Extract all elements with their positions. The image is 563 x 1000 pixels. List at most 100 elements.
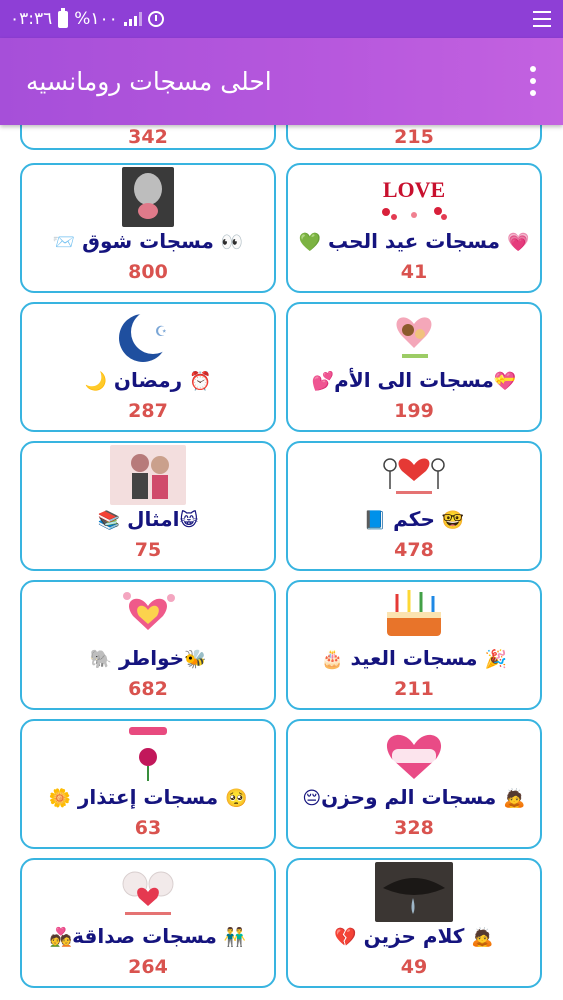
party-popper-emoji-icon: 🎉: [484, 649, 507, 670]
category-count: 478: [394, 539, 434, 561]
rose-kiss-image: [122, 167, 174, 227]
category-grid: 215 342 LOVE 💗 مسجات عيد الحب 💚 41 👀 مسج…: [0, 125, 563, 1000]
status-battery: %١٠٠: [74, 9, 118, 29]
heart-emoji-icon: 💗: [506, 232, 530, 253]
crescent-emoji-icon: 🌙: [84, 371, 107, 392]
teddy-heart-image: [117, 862, 179, 922]
category-card[interactable]: 😸امثال 📚 75: [20, 441, 276, 571]
category-card[interactable]: 🥺 مسجات إعتذار 🌼 63: [20, 719, 276, 849]
status-time: ٠٣:٣٦: [10, 9, 53, 29]
person-bowing-emoji-icon: 🙇: [503, 788, 526, 809]
cat-face-emoji-icon: 😸: [179, 510, 199, 531]
category-label: مسجات إعتذار: [77, 785, 219, 809]
category-label: كلام حزين: [363, 924, 465, 948]
category-card[interactable]: 💝مسجات الى الأم💕 199: [286, 302, 542, 432]
crescent-moon-image: ☪: [113, 306, 183, 366]
status-left: ٠٣:٣٦ %١٠٠: [10, 0, 164, 38]
tear-eye-image: [375, 862, 453, 922]
elephant-emoji-icon: 🐘: [89, 649, 112, 670]
envelope-emoji-icon: 📨: [52, 232, 76, 253]
category-count: 41: [400, 261, 428, 283]
blossom-emoji-icon: 🌼: [48, 788, 71, 809]
signal-icon: [123, 12, 142, 26]
category-count: 682: [128, 678, 168, 700]
love-image: LOVE: [374, 167, 454, 227]
category-title: 🙇 كلام حزين 💔: [288, 924, 540, 948]
person-bowing-emoji-icon: 🙇: [471, 927, 494, 948]
category-title: 👀 مسجات شوق 📨: [22, 229, 274, 253]
category-count: 199: [394, 400, 434, 422]
category-title: 🎉 مسجات العيد 🎂: [288, 646, 540, 670]
category-count: 75: [134, 539, 162, 561]
status-right: [533, 0, 551, 38]
category-count: 215: [394, 126, 434, 148]
eyes-emoji-icon: 👀: [220, 232, 244, 253]
category-label: مسجات صداقة: [72, 924, 217, 948]
nerd-face-emoji-icon: 🤓: [441, 510, 465, 531]
category-label: مسجات عيد الحب: [327, 229, 500, 253]
battery-icon: [58, 7, 69, 28]
category-label: مسجات شوق: [82, 229, 214, 253]
category-label: مسجات الى الأم: [334, 368, 494, 392]
category-title: 🙇 مسجات الم وحزن😔: [288, 785, 540, 809]
svg-text:☪: ☪: [155, 324, 168, 340]
category-card[interactable]: LOVE 💗 مسجات عيد الحب 💚 41: [286, 163, 542, 293]
cake-emoji-icon: 🎂: [321, 649, 344, 670]
pensive-face-emoji-icon: 😔: [302, 788, 322, 809]
svg-text:LOVE: LOVE: [383, 177, 445, 202]
broken-heart-emoji-icon: 💔: [334, 927, 357, 948]
bee-emoji-icon: 🐝: [184, 649, 207, 670]
category-card[interactable]: 215: [286, 125, 542, 150]
notebook-emoji-icon: 📘: [363, 510, 387, 531]
couple-image: [110, 445, 186, 505]
category-card[interactable]: 👀 مسجات شوق 📨 800: [20, 163, 276, 293]
category-count: 63: [134, 817, 162, 839]
couple-heart-emoji-icon: 💑: [49, 927, 73, 948]
category-label: حكم: [393, 507, 435, 531]
category-count: 342: [128, 126, 168, 148]
category-count: 800: [128, 261, 168, 283]
category-label: رمضان: [113, 368, 183, 392]
gift-heart-emoji-icon: 💝: [493, 371, 517, 392]
category-title: 🐝خواطر 🐘: [22, 646, 274, 670]
category-count: 49: [400, 956, 428, 978]
category-title: 🤓 حكم 📘: [288, 507, 540, 531]
notification-menu-icon: [533, 11, 551, 27]
category-card[interactable]: 🙇 كلام حزين 💔 49: [286, 858, 542, 988]
pleading-face-emoji-icon: 🥺: [225, 788, 248, 809]
category-count: 264: [128, 956, 168, 978]
hearts-couple-image: [376, 445, 452, 505]
habibi-image: [376, 723, 452, 783]
hearts-heart-image: [115, 584, 181, 644]
category-title: 🥺 مسجات إعتذار 🌼: [22, 785, 274, 809]
books-emoji-icon: 📚: [97, 510, 121, 531]
category-card[interactable]: ☪ ⏰ رمضان 🌙 287: [20, 302, 276, 432]
category-count: 211: [394, 678, 434, 700]
category-card[interactable]: 🙇 مسجات الم وحزن😔 328: [286, 719, 542, 849]
category-label: خواطر: [118, 646, 185, 670]
alarm-icon: [147, 11, 164, 27]
app-bar: احلى مسجات رومانسيه: [0, 38, 563, 125]
status-bar: ٠٣:٣٦ %١٠٠: [0, 0, 563, 38]
friends-emoji-icon: 👬: [223, 927, 247, 948]
overflow-menu-icon[interactable]: [529, 66, 537, 96]
category-label: مسجات الم وحزن: [321, 785, 497, 809]
green-heart-emoji-icon: 💚: [298, 232, 322, 253]
category-label: مسجات العيد: [350, 646, 478, 670]
birthday-cake-image: [379, 584, 449, 644]
mother-child-image: [384, 306, 444, 366]
category-card[interactable]: 🤓 حكم 📘 478: [286, 441, 542, 571]
two-hearts-emoji-icon: 💕: [311, 371, 335, 392]
category-count: 328: [394, 817, 434, 839]
category-card[interactable]: 🎉 مسجات العيد 🎂 211: [286, 580, 542, 710]
category-label: امثال: [127, 507, 180, 531]
apology-rose-image: [123, 723, 173, 783]
category-title: 😸امثال 📚: [22, 507, 274, 531]
category-title: 💗 مسجات عيد الحب 💚: [288, 229, 540, 253]
category-title: ⏰ رمضان 🌙: [22, 368, 274, 392]
category-card[interactable]: 342: [20, 125, 276, 150]
category-card[interactable]: 🐝خواطر 🐘 682: [20, 580, 276, 710]
category-card[interactable]: 👬 مسجات صداقة💑 264: [20, 858, 276, 988]
alarm-clock-emoji-icon: ⏰: [189, 371, 212, 392]
app-title: احلى مسجات رومانسيه: [26, 67, 272, 96]
